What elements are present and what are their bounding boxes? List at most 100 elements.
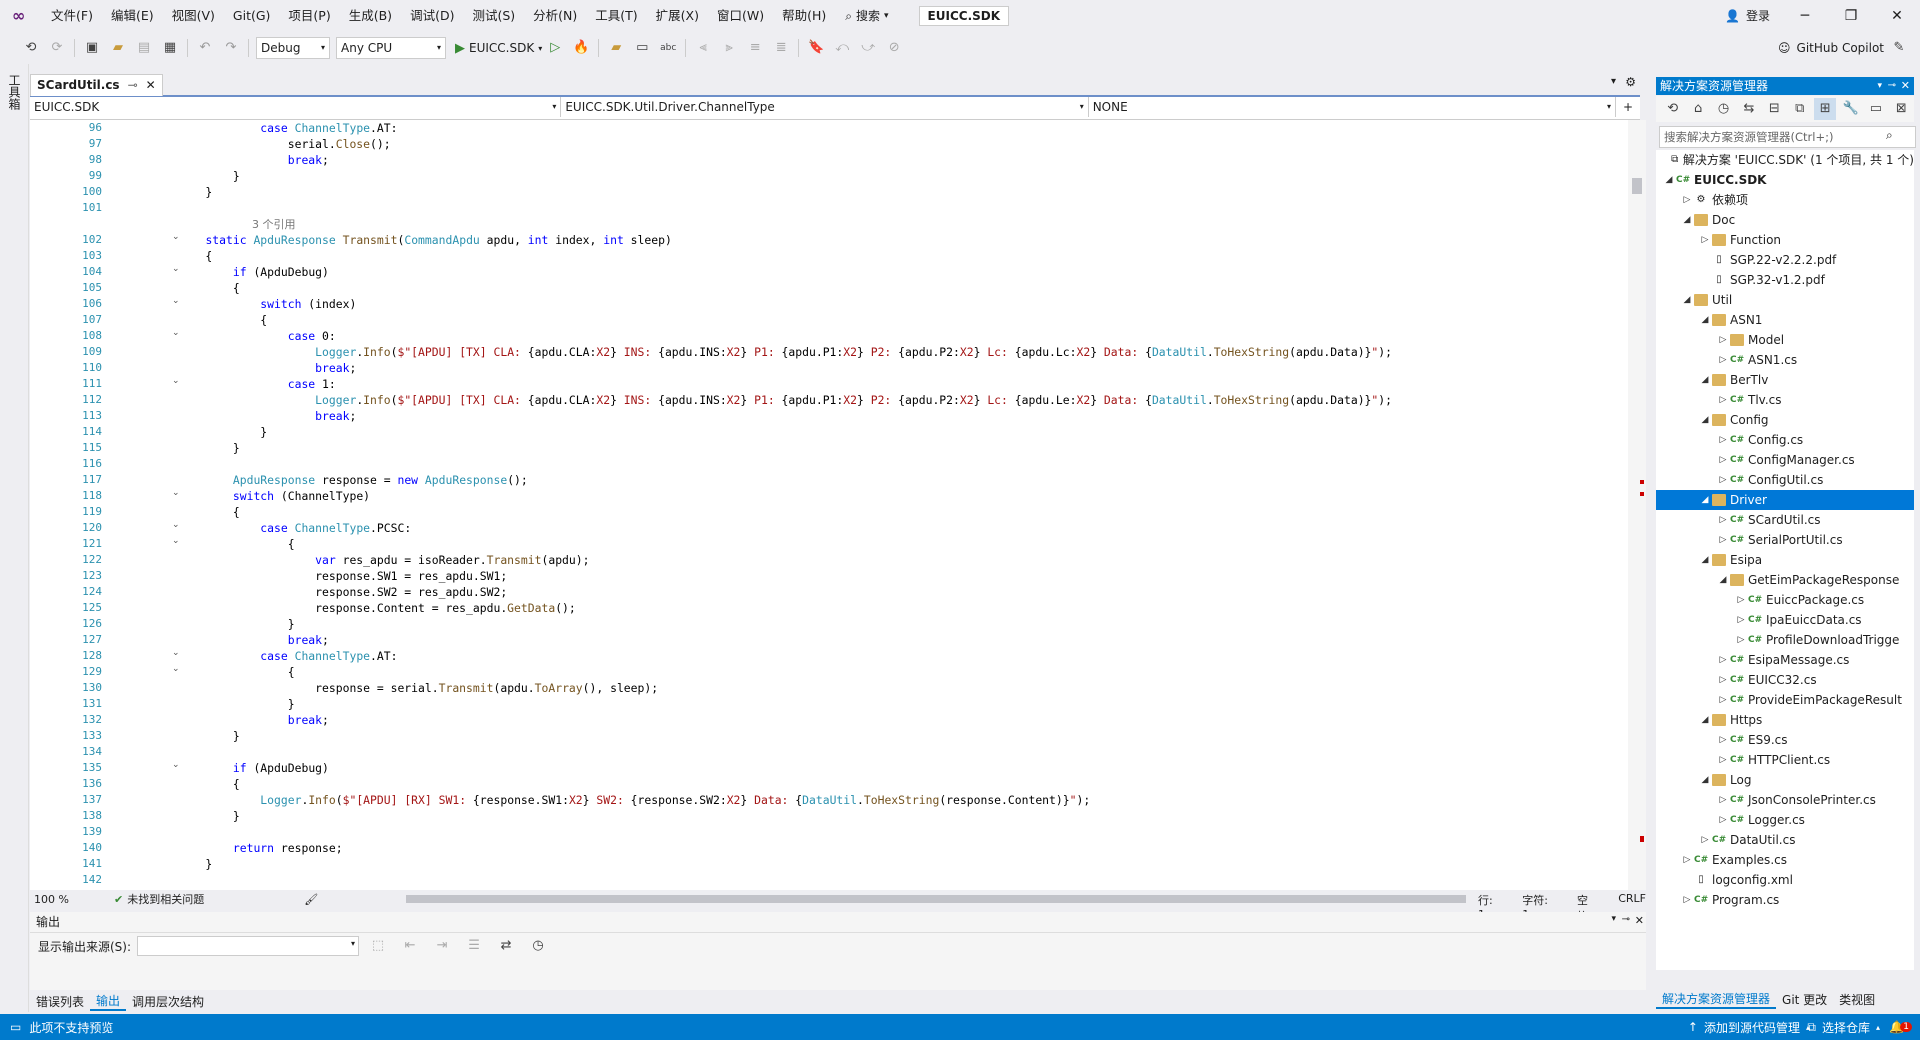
tree-item[interactable]: ⧉ 解决方案 'EUICC.SDK' (1 个项目, 共 1 个)	[1656, 150, 1914, 170]
collapsed-arrow-icon[interactable]: ▷	[1716, 430, 1730, 450]
tree-item[interactable]: ◢ Doc	[1656, 210, 1914, 230]
login-button[interactable]: 👤 登录	[1725, 0, 1770, 32]
tree-item[interactable]: ▷ C# ASN1.cs	[1656, 350, 1914, 370]
menu-git[interactable]: Git(G)	[224, 0, 280, 32]
clear-all-icon[interactable]: ☰	[463, 935, 485, 957]
configuration-select[interactable]: Debug ▾	[256, 37, 330, 59]
brush-icon[interactable]: 🖌	[304, 893, 318, 906]
tree-item[interactable]: ◢ GetEimPackageResponse	[1656, 570, 1914, 590]
prev-message-icon[interactable]: ⇤	[399, 935, 421, 957]
close-icon[interactable]: ✕	[146, 75, 156, 96]
close-icon[interactable]: ✕	[1901, 77, 1910, 95]
collapsed-arrow-icon[interactable]: ▷	[1698, 830, 1712, 850]
collapsed-arrow-icon[interactable]: ▷	[1716, 650, 1730, 670]
collapsed-arrow-icon[interactable]: ▷	[1716, 810, 1730, 830]
tree-item[interactable]: ▯ SGP.22-v2.2.2.pdf	[1656, 250, 1914, 270]
notifications-button[interactable]: 🔔 1	[1889, 1020, 1912, 1034]
menu-help[interactable]: 帮助(H)	[773, 0, 835, 32]
collapsed-arrow-icon[interactable]: ▷	[1680, 190, 1694, 210]
menu-tools[interactable]: 工具(T)	[586, 0, 646, 32]
code-text[interactable]: case ChannelType.AT: serial.Close(); bre…	[178, 120, 1618, 888]
expanded-arrow-icon[interactable]: ◢	[1698, 370, 1712, 390]
collapsed-arrow-icon[interactable]: ▷	[1716, 750, 1730, 770]
tab-solution-explorer[interactable]: 解决方案资源管理器	[1656, 990, 1777, 1009]
navigate-back-icon[interactable]: ⟲	[20, 37, 42, 59]
expanded-arrow-icon[interactable]: ◢	[1662, 170, 1676, 190]
collapsed-arrow-icon[interactable]: ▷	[1716, 450, 1730, 470]
expanded-arrow-icon[interactable]: ◢	[1698, 490, 1712, 510]
tab-git-changes[interactable]: Git 更改	[1776, 991, 1833, 1008]
collapsed-arrow-icon[interactable]: ▷	[1716, 470, 1730, 490]
class-diagram-icon[interactable]: ⊠	[1891, 98, 1912, 120]
tab-call-hierarchy[interactable]: 调用层次结构	[126, 993, 210, 1010]
horizontal-scrollbar-thumb[interactable]	[406, 895, 1466, 903]
collapsed-arrow-icon[interactable]: ▷	[1716, 790, 1730, 810]
tree-item[interactable]: ▷ C# SerialPortUtil.cs	[1656, 530, 1914, 550]
chevron-down-icon[interactable]: ▾	[1611, 914, 1616, 924]
member-dropdown[interactable]: NONE ▾	[1089, 97, 1617, 117]
preview-icon[interactable]: ▭	[1865, 98, 1886, 120]
expanded-arrow-icon[interactable]: ◢	[1698, 550, 1712, 570]
minimize-button[interactable]: ─	[1782, 0, 1828, 32]
menu-analyze[interactable]: 分析(N)	[524, 0, 586, 32]
pending-changes-icon[interactable]: ◷	[1713, 98, 1734, 120]
collapsed-arrow-icon[interactable]: ▷	[1734, 630, 1748, 650]
redo-icon[interactable]: ↷	[220, 37, 242, 59]
tree-item[interactable]: ▷ C# Logger.cs	[1656, 810, 1914, 830]
tree-item[interactable]: ▷ C# Examples.cs	[1656, 850, 1914, 870]
tree-item[interactable]: ▷ C# Tlv.cs	[1656, 390, 1914, 410]
close-window-button[interactable]: ✕	[1874, 0, 1920, 32]
menu-extensions[interactable]: 扩展(X)	[647, 0, 708, 32]
tree-item[interactable]: ▷ C# EUICC32.cs	[1656, 670, 1914, 690]
output-source-select[interactable]: ▾	[137, 936, 360, 956]
split-editor-icon[interactable]: +	[1616, 97, 1640, 119]
search-icon[interactable]: ⌕	[1886, 128, 1893, 143]
pin-icon[interactable]: ⊸	[1622, 914, 1630, 925]
tree-item[interactable]: ◢ Driver	[1656, 490, 1914, 510]
menu-build[interactable]: 生成(B)	[340, 0, 401, 32]
show-all-files-icon[interactable]: ⧉	[1789, 98, 1810, 120]
github-copilot-button[interactable]: ☺ GitHub Copilot	[1778, 32, 1884, 64]
back-icon[interactable]: ⟲	[1662, 98, 1683, 120]
tree-item[interactable]: ▷ C# DataUtil.cs	[1656, 830, 1914, 850]
tree-item[interactable]: ▷ C# EuiccPackage.cs	[1656, 590, 1914, 610]
tree-item[interactable]: ▷ C# Config.cs	[1656, 430, 1914, 450]
gear-icon[interactable]: ⚙	[1625, 75, 1636, 89]
tab-class-view[interactable]: 类视图	[1833, 991, 1881, 1008]
clear-bookmarks-icon[interactable]: ⊘	[883, 37, 905, 59]
tree-item[interactable]: ◢ C# EUICC.SDK	[1656, 170, 1914, 190]
tree-item[interactable]: ▷ C# JsonConsolePrinter.cs	[1656, 790, 1914, 810]
tab-error-list[interactable]: 错误列表	[30, 993, 90, 1010]
properties-icon[interactable]: 🔧	[1840, 98, 1861, 120]
next-message-icon[interactable]: ⇥	[431, 935, 453, 957]
expanded-arrow-icon[interactable]: ◢	[1716, 570, 1730, 590]
hot-reload-icon[interactable]: 🔥	[570, 37, 592, 59]
collapsed-arrow-icon[interactable]: ▷	[1716, 390, 1730, 410]
references-codelens[interactable]: 3 个引用	[252, 216, 296, 232]
tree-item[interactable]: ▯ SGP.32-v1.2.pdf	[1656, 270, 1914, 290]
menu-debug[interactable]: 调试(D)	[401, 0, 463, 32]
close-icon[interactable]: ✕	[1635, 914, 1644, 927]
chevron-down-icon[interactable]: ▾	[1611, 76, 1616, 87]
tree-item[interactable]: ▷ C# Program.cs	[1656, 890, 1914, 910]
start-debugging-button[interactable]: ▶ EUICC.SDK ▾	[455, 41, 542, 56]
open-file-icon[interactable]: ▰	[107, 37, 129, 59]
tree-item[interactable]: ◢ Https	[1656, 710, 1914, 730]
undo-icon[interactable]: ↶	[194, 37, 216, 59]
spell-check-icon[interactable]: abc	[657, 37, 679, 59]
pin-icon[interactable]: ⊸	[1888, 77, 1896, 95]
solution-search-input[interactable]: 搜索解决方案资源管理器(Ctrl+;)	[1659, 126, 1916, 148]
expanded-arrow-icon[interactable]: ◢	[1698, 410, 1712, 430]
menu-project[interactable]: 项目(P)	[279, 0, 339, 32]
editor-vertical-scrollbar[interactable]	[1628, 120, 1646, 890]
tree-item[interactable]: ▷ C# HTTPClient.cs	[1656, 750, 1914, 770]
collapsed-arrow-icon[interactable]: ▷	[1716, 350, 1730, 370]
tree-item[interactable]: ▷ C# ConfigManager.cs	[1656, 450, 1914, 470]
collapsed-arrow-icon[interactable]: ▷	[1680, 850, 1694, 870]
collapsed-arrow-icon[interactable]: ▷	[1734, 610, 1748, 630]
expanded-arrow-icon[interactable]: ◢	[1698, 770, 1712, 790]
new-project-icon[interactable]: ▣	[81, 37, 103, 59]
collapsed-arrow-icon[interactable]: ▷	[1716, 530, 1730, 550]
home-icon[interactable]: ⌂	[1687, 98, 1708, 120]
zoom-select[interactable]: 100 %	[30, 893, 94, 906]
